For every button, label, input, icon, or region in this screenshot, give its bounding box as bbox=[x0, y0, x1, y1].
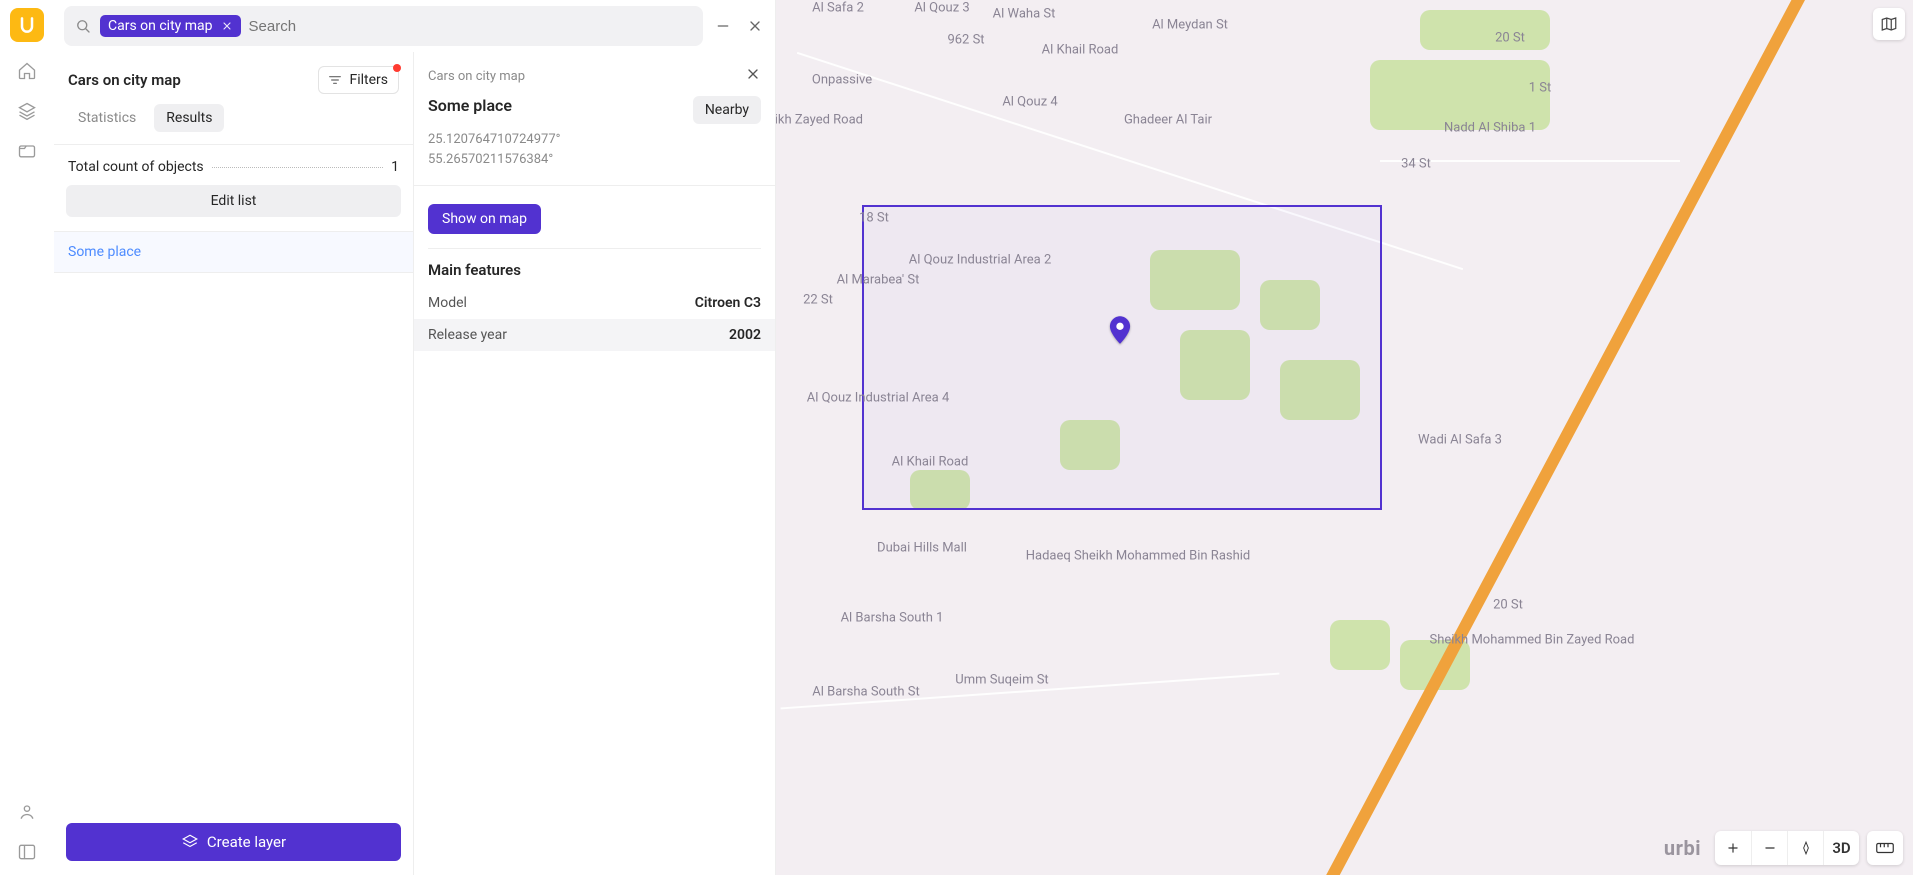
detail-breadcrumb: Cars on city map bbox=[428, 69, 525, 84]
left-rail bbox=[0, 0, 54, 875]
map-label: Al Barsha South 1 bbox=[841, 611, 944, 626]
feature-row: Release year 2002 bbox=[414, 319, 775, 351]
map-label: Al Barsha South St bbox=[812, 685, 920, 700]
feature-value: 2002 bbox=[729, 327, 761, 343]
panel-toggle-icon[interactable] bbox=[16, 841, 38, 863]
filter-icon bbox=[327, 72, 343, 88]
map-label: Al Khail Road bbox=[892, 455, 969, 470]
compass-button[interactable] bbox=[1787, 831, 1823, 865]
results-title: Cars on city map bbox=[68, 71, 181, 89]
feature-key: Release year bbox=[428, 327, 507, 343]
map-label: Nadd Al Shiba 1 bbox=[1444, 121, 1536, 136]
filters-button[interactable]: Filters bbox=[318, 66, 399, 94]
home-icon[interactable] bbox=[16, 60, 38, 82]
folder-icon[interactable] bbox=[16, 140, 38, 162]
map-label: Al Safa 2 bbox=[812, 1, 864, 16]
zoom-out-button[interactable] bbox=[1751, 831, 1787, 865]
map-label: Al Qouz 4 bbox=[1002, 95, 1057, 110]
searchbar-row: Cars on city map bbox=[54, 0, 775, 52]
panel-columns: Cars on city map Filters Statistics Resu… bbox=[54, 52, 775, 875]
map-label: 34 St bbox=[1401, 157, 1431, 172]
map-label: Wadi Al Safa 3 bbox=[1418, 433, 1502, 448]
map-controls: urbi 3D bbox=[1664, 831, 1903, 865]
map-brand: urbi bbox=[1664, 836, 1701, 860]
three-d-button[interactable]: 3D bbox=[1823, 831, 1859, 865]
map-label: Hadaeq Sheikh Mohammed Bin Rashid bbox=[1026, 549, 1251, 564]
count-label: Total count of objects bbox=[68, 159, 204, 175]
detail-close-icon[interactable] bbox=[745, 66, 761, 86]
road bbox=[1649, 0, 1913, 455]
close-icon[interactable] bbox=[743, 14, 767, 38]
detail-column: Cars on city map Some place Nearby 25.12… bbox=[414, 52, 775, 875]
map-label: Sheikh Zayed Road bbox=[776, 113, 863, 128]
search-chip[interactable]: Cars on city map bbox=[100, 15, 241, 37]
search-input[interactable] bbox=[249, 18, 693, 35]
map-label: Al Khail Road bbox=[1042, 43, 1119, 58]
map-icon bbox=[1880, 15, 1898, 33]
map-pin-icon[interactable] bbox=[1109, 316, 1131, 338]
feature-value: Citroen C3 bbox=[695, 295, 761, 311]
map-label: Al Marabea' St bbox=[837, 273, 920, 288]
map-label: 20 St bbox=[1493, 598, 1523, 613]
filters-label: Filters bbox=[349, 72, 388, 88]
main-features-title: Main features bbox=[414, 261, 775, 287]
ruler-button[interactable] bbox=[1867, 831, 1903, 865]
user-icon[interactable] bbox=[16, 801, 38, 823]
map-label: 22 St bbox=[803, 293, 833, 308]
map-label: Al Qouz 3 bbox=[914, 1, 969, 16]
side-panels: Cars on city map Cars on city map Filter… bbox=[54, 0, 776, 875]
tabs: Statistics Results bbox=[54, 94, 413, 145]
map-label: Umm Suqeim St bbox=[955, 673, 1048, 688]
feature-key: Model bbox=[428, 295, 467, 311]
tab-results[interactable]: Results bbox=[154, 104, 224, 132]
nearby-button[interactable]: Nearby bbox=[693, 96, 761, 124]
layers-icon bbox=[181, 833, 199, 851]
results-column: Cars on city map Filters Statistics Resu… bbox=[54, 52, 414, 875]
show-on-map-button[interactable]: Show on map bbox=[428, 204, 541, 234]
searchbox[interactable]: Cars on city map bbox=[64, 6, 703, 46]
feature-row: Model Citroen C3 bbox=[414, 287, 775, 319]
list-item[interactable]: Some place bbox=[54, 232, 413, 273]
app-logo[interactable] bbox=[10, 8, 44, 42]
coord-lon: 55.26570211576384° bbox=[428, 150, 761, 170]
map-canvas[interactable]: urbi 3D Al Safa 2 Al Qouz 3 Al Waha St Al M… bbox=[776, 0, 1913, 875]
map-label: Dubai Hills Mall bbox=[877, 541, 967, 556]
place-title: Some place bbox=[428, 96, 512, 115]
map-label: Ghadeer Al Tair bbox=[1124, 113, 1212, 128]
edit-list-button[interactable]: Edit list bbox=[66, 185, 401, 217]
map-label: 962 St bbox=[947, 33, 984, 48]
map-label: Onpassive bbox=[812, 73, 872, 88]
results-list: Some place bbox=[54, 231, 413, 273]
create-layer-label: Create layer bbox=[207, 833, 286, 851]
tab-statistics[interactable]: Statistics bbox=[66, 104, 148, 132]
map-label: 20 St bbox=[1495, 31, 1525, 46]
map-label: Al Qouz Industrial Area 2 bbox=[909, 253, 1052, 268]
minimize-icon[interactable] bbox=[711, 14, 735, 38]
map-label: Al Qouz Industrial Area 4 bbox=[807, 391, 950, 406]
map-label: Al Meydan St bbox=[1152, 18, 1228, 33]
map-label: Sheikh Mohammed Bin Zayed Road bbox=[1430, 633, 1635, 648]
chip-remove-icon[interactable] bbox=[221, 20, 233, 32]
layers-icon[interactable] bbox=[16, 100, 38, 122]
coord-lat: 25.120764710724977° bbox=[428, 130, 761, 150]
search-icon bbox=[74, 17, 92, 35]
create-layer-button[interactable]: Create layer bbox=[66, 823, 401, 861]
zoom-in-button[interactable] bbox=[1715, 831, 1751, 865]
filters-indicator-dot bbox=[393, 64, 401, 72]
map-label: 1 St bbox=[1529, 81, 1552, 96]
count-row: Total count of objects 1 bbox=[54, 145, 413, 185]
map-label: Al Waha St bbox=[993, 7, 1056, 22]
count-dots bbox=[212, 167, 384, 168]
count-value: 1 bbox=[391, 159, 399, 175]
coordinates: 25.120764710724977° 55.26570211576384° bbox=[414, 124, 775, 186]
basemap-button[interactable] bbox=[1873, 8, 1905, 40]
map-label: 18 St bbox=[859, 211, 889, 226]
search-chip-label: Cars on city map bbox=[108, 18, 213, 34]
